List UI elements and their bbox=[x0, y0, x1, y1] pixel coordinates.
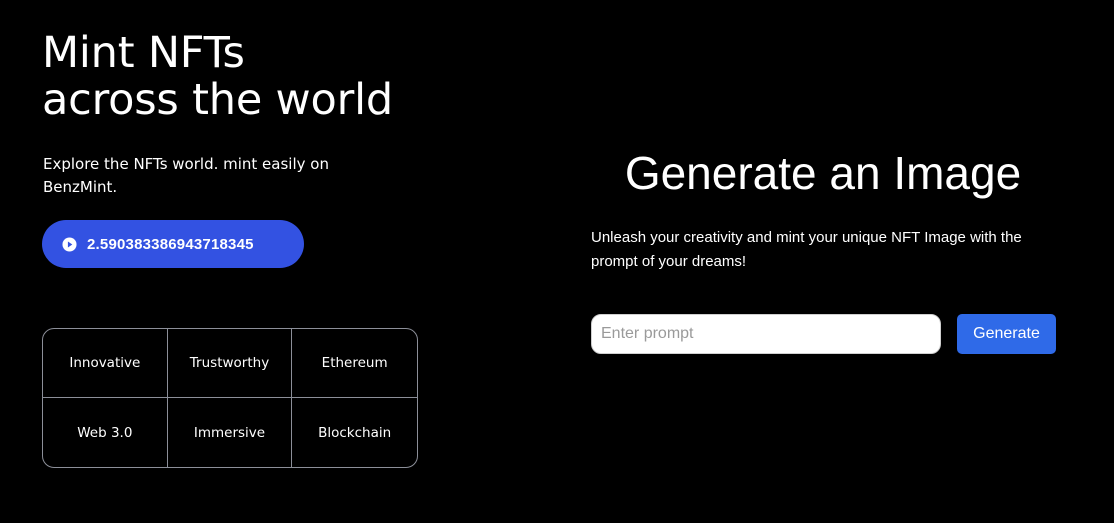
feature-innovative: Innovative bbox=[43, 329, 168, 398]
hero-title-line-2: across the world bbox=[42, 75, 393, 125]
generator-title: Generate an Image bbox=[624, 147, 1022, 199]
feature-trustworthy: Trustworthy bbox=[167, 329, 293, 398]
prompt-input[interactable] bbox=[591, 314, 941, 354]
hero-title: Mint NFTs across the world bbox=[42, 30, 393, 124]
features-grid: Innovative Trustworthy Ethereum Web 3.0 … bbox=[42, 328, 418, 468]
balance-value: 2.590383386943718345 bbox=[87, 235, 254, 253]
feature-immersive: Immersive bbox=[168, 398, 293, 467]
play-circle-icon bbox=[62, 236, 77, 252]
generator-description: Unleash your creativity and mint your un… bbox=[591, 229, 1022, 270]
hero-title-line-1: Mint NFTs bbox=[42, 28, 245, 78]
feature-ethereum: Ethereum bbox=[292, 329, 417, 398]
hero-subtitle: Explore the NFTs world. mint easily on B… bbox=[43, 155, 329, 196]
feature-blockchain: Blockchain bbox=[318, 424, 392, 441]
generate-button[interactable]: Generate bbox=[957, 314, 1056, 354]
balance-button[interactable]: 2.590383386943718345 bbox=[42, 220, 304, 268]
feature-web3: Web 3.0 bbox=[43, 398, 168, 467]
